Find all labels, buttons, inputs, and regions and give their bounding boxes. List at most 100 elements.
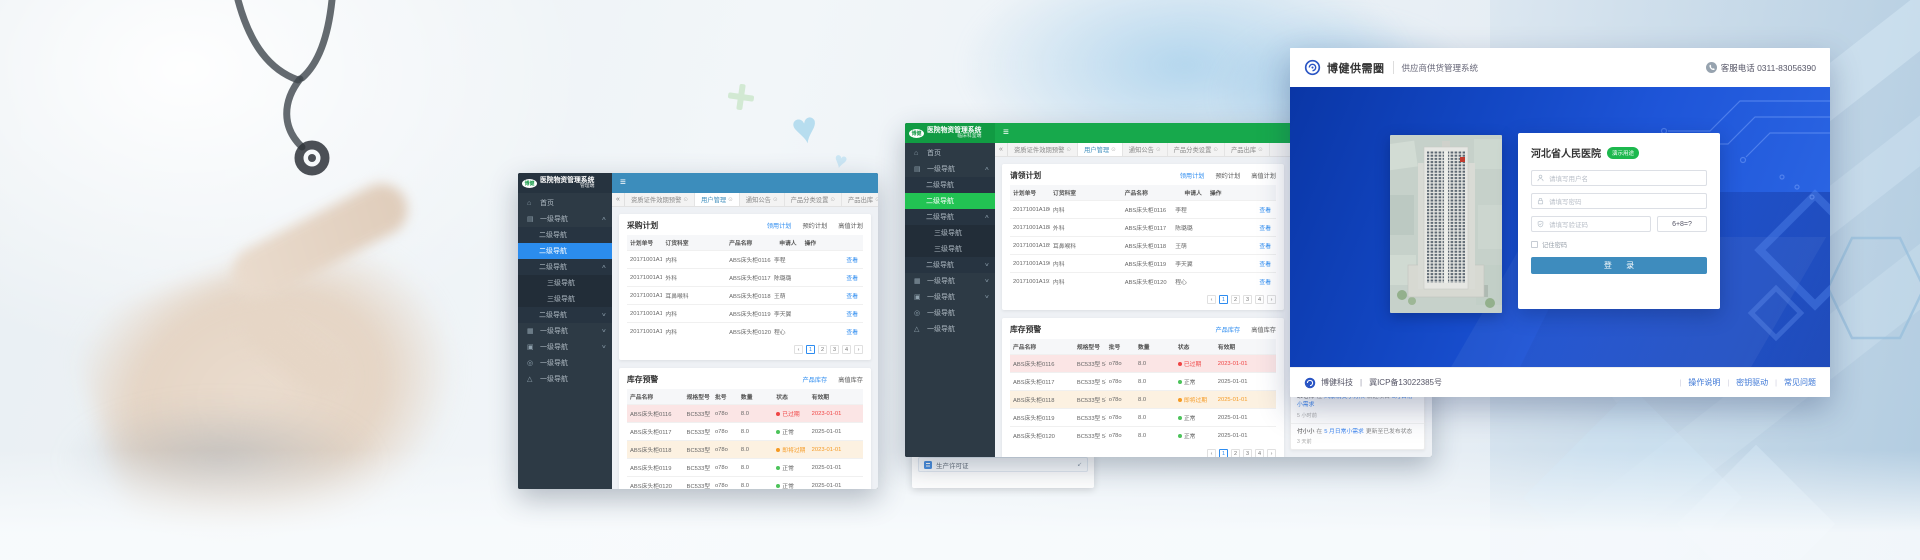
tab[interactable]: 资质证件效期预警 ⊙: [625, 193, 695, 206]
sidebar-nav-item[interactable]: 二级导航: [518, 227, 612, 243]
page-button[interactable]: ›: [1267, 295, 1276, 304]
card-link[interactable]: 产品库存: [1216, 325, 1241, 334]
card-link[interactable]: 预约计划: [1216, 171, 1241, 180]
menu-toggle-icon[interactable]: ≡: [620, 178, 626, 188]
card-link[interactable]: 高值计划: [838, 221, 863, 230]
footer-link[interactable]: 操作说明: [1673, 377, 1721, 388]
app-logo[interactable]: 博健 医院物资管理系统 管理端: [518, 173, 612, 193]
tab[interactable]: 产品出库 ⊙: [1225, 143, 1270, 156]
tab-refresh-icon[interactable]: ⊙: [1213, 147, 1218, 153]
tab-refresh-icon[interactable]: ⊙: [830, 197, 835, 203]
sidebar-nav-item[interactable]: 二级导航 ∧: [905, 209, 995, 225]
sidebar-nav-item[interactable]: ▤ 一级导航 ∧: [518, 211, 612, 227]
table-row[interactable]: ABS床头柜0120 BC533型 5孔 右 o78o 8.0 正常 2025-…: [627, 477, 863, 490]
table-row[interactable]: ABS床头柜0120 BC533型 5孔 右 o78o 8.0 正常 2025-…: [1010, 427, 1276, 445]
table-row[interactable]: ABS床头柜0118 BC533型 5孔 右 o78o 8.0 即将过期 202…: [627, 441, 863, 459]
sidebar-nav-item[interactable]: 二级导航: [518, 243, 612, 259]
sidebar-nav-item[interactable]: ▣ 一级导航 ∨: [518, 339, 612, 355]
table-row[interactable]: 20171001A191 内科 ABS床头柜0120 程心 查看: [1010, 273, 1276, 291]
tab[interactable]: 资质证件效期预警 ⊙: [1008, 143, 1078, 156]
card-link[interactable]: 高值计划: [1251, 171, 1276, 180]
footer-link[interactable]: 常见问题: [1768, 377, 1816, 388]
page-button[interactable]: 2: [1231, 295, 1240, 304]
captcha-image[interactable]: 6+8=?: [1657, 216, 1707, 232]
page-button[interactable]: 3: [1243, 295, 1252, 304]
tab-refresh-icon[interactable]: ⊙: [773, 197, 778, 203]
tab-refresh-icon[interactable]: ⊙: [1258, 147, 1263, 153]
page-button[interactable]: ‹: [1207, 295, 1216, 304]
card-link[interactable]: 产品库存: [803, 375, 828, 384]
card-link[interactable]: 领用计划: [1180, 171, 1205, 180]
card-link[interactable]: 领用计划: [767, 221, 792, 230]
table-row[interactable]: ABS床头柜0119 BC533型 5孔 右 o78o 8.0 正常 2025-…: [1010, 409, 1276, 427]
page-button[interactable]: 2: [818, 345, 827, 354]
tabs-collapse-icon[interactable]: «: [612, 193, 625, 206]
view-link[interactable]: 查看: [1259, 208, 1271, 214]
tab-refresh-icon[interactable]: ⊙: [728, 197, 733, 203]
table-row[interactable]: ABS床头柜0119 BC533型 5孔 右 o78o 8.0 正常 2025-…: [627, 459, 863, 477]
tab-refresh-icon[interactable]: ⊙: [1066, 147, 1071, 153]
tab[interactable]: 用户管理 ⊙: [1078, 143, 1123, 156]
sidebar-nav-item[interactable]: ▦ 一级导航 ∨: [905, 273, 995, 289]
feed-link[interactable]: 5 月日常小需求: [1324, 429, 1364, 435]
sidebar-nav-item[interactable]: ⌂ 首页: [905, 145, 995, 161]
sidebar-nav-item[interactable]: 二级导航 ∨: [518, 307, 612, 323]
view-link[interactable]: 查看: [1259, 280, 1271, 286]
sidebar-nav-item[interactable]: ◎ 一级导航: [905, 305, 995, 321]
sidebar-nav-item[interactable]: ⌂ 首页: [518, 195, 612, 211]
view-link[interactable]: 查看: [846, 294, 858, 300]
username-field[interactable]: 请填写用户名: [1531, 170, 1707, 186]
sidebar-nav-item[interactable]: △ 一级导航: [905, 321, 995, 337]
view-link[interactable]: 查看: [846, 276, 858, 282]
sidebar-nav-item[interactable]: 二级导航: [905, 177, 995, 193]
tab[interactable]: 通知公告 ⊙: [1123, 143, 1168, 156]
table-row[interactable]: ABS床头柜0117 BC533型 5孔 右 o78o 8.0 正常 2025-…: [627, 423, 863, 441]
page-button[interactable]: ›: [1267, 449, 1276, 457]
app-logo[interactable]: 博健 医院物资管理系统 临床科室端: [905, 123, 995, 143]
table-row[interactable]: 20171001A190 内科 ABS床头柜0119 李天翼 查看: [1010, 255, 1276, 273]
tab-refresh-icon[interactable]: ⊙: [683, 197, 688, 203]
view-link[interactable]: 查看: [846, 330, 858, 336]
view-link[interactable]: 查看: [846, 258, 858, 264]
table-row[interactable]: 20171001A186 内科 ABS床头柜0116 李程 查看: [1010, 201, 1276, 219]
table-row[interactable]: 20171001A189 耳鼻喉科 ABS床头柜0118 王萌 查看: [627, 287, 863, 305]
table-row[interactable]: 20171001A191 内科 ABS床头柜0120 程心 查看: [627, 323, 863, 341]
page-button[interactable]: 1: [1219, 295, 1228, 304]
sidebar-nav-item[interactable]: 二级导航 ∧: [518, 259, 612, 275]
tab[interactable]: 通知公告 ⊙: [740, 193, 785, 206]
captcha-field[interactable]: 请填写验证码: [1531, 216, 1651, 232]
sidebar-nav-item[interactable]: ▤ 一级导航 ∧: [905, 161, 995, 177]
page-button[interactable]: ‹: [794, 345, 803, 354]
tab[interactable]: 产品分类设置 ⊙: [785, 193, 842, 206]
tab[interactable]: 产品分类设置 ⊙: [1168, 143, 1225, 156]
sidebar-nav-item[interactable]: ◎ 一级导航: [518, 355, 612, 371]
page-button[interactable]: 3: [830, 345, 839, 354]
tab-refresh-icon[interactable]: ⊙: [1111, 147, 1116, 153]
table-row[interactable]: 20171001A186 内科 ABS床头柜0116 李程 查看: [627, 251, 863, 269]
table-row[interactable]: 20171001A188 外科 ABS床头柜0117 陈璐璐 查看: [627, 269, 863, 287]
tab-refresh-icon[interactable]: ⊙: [1156, 147, 1161, 153]
login-button[interactable]: 登 录: [1531, 257, 1707, 274]
table-row[interactable]: ABS床头柜0116 BC533型 5孔 右 o78o 8.0 已过期 2023…: [1010, 355, 1276, 373]
tab[interactable]: 产品出库 ⊙: [842, 193, 878, 206]
sidebar-nav-item[interactable]: ▣ 一级导航 ∨: [905, 289, 995, 305]
page-button[interactable]: 1: [1219, 449, 1228, 457]
page-button[interactable]: 1: [806, 345, 815, 354]
view-link[interactable]: 查看: [846, 312, 858, 318]
page-button[interactable]: 4: [1255, 449, 1264, 457]
menu-toggle-icon[interactable]: ≡: [1003, 128, 1009, 138]
table-row[interactable]: 20171001A190 内科 ABS床头柜0119 李天翼 查看: [627, 305, 863, 323]
view-link[interactable]: 查看: [1259, 244, 1271, 250]
card-link[interactable]: 预约计划: [803, 221, 828, 230]
tabs-collapse-icon[interactable]: «: [995, 143, 1008, 156]
page-button[interactable]: 4: [842, 345, 851, 354]
sidebar-nav-item[interactable]: 三级导航: [518, 291, 612, 307]
view-link[interactable]: 查看: [1259, 262, 1271, 268]
remember-checkbox[interactable]: [1531, 241, 1538, 248]
page-button[interactable]: 2: [1231, 449, 1240, 457]
footer-link[interactable]: 密钥驱动: [1720, 377, 1768, 388]
card-link[interactable]: 高值库存: [1251, 325, 1276, 334]
table-row[interactable]: 20171001A188 外科 ABS床头柜0117 陈璐璐 查看: [1010, 219, 1276, 237]
card-link[interactable]: 高值库存: [838, 375, 863, 384]
table-row[interactable]: ABS床头柜0118 BC533型 5孔 右 o78o 8.0 即将过期 202…: [1010, 391, 1276, 409]
